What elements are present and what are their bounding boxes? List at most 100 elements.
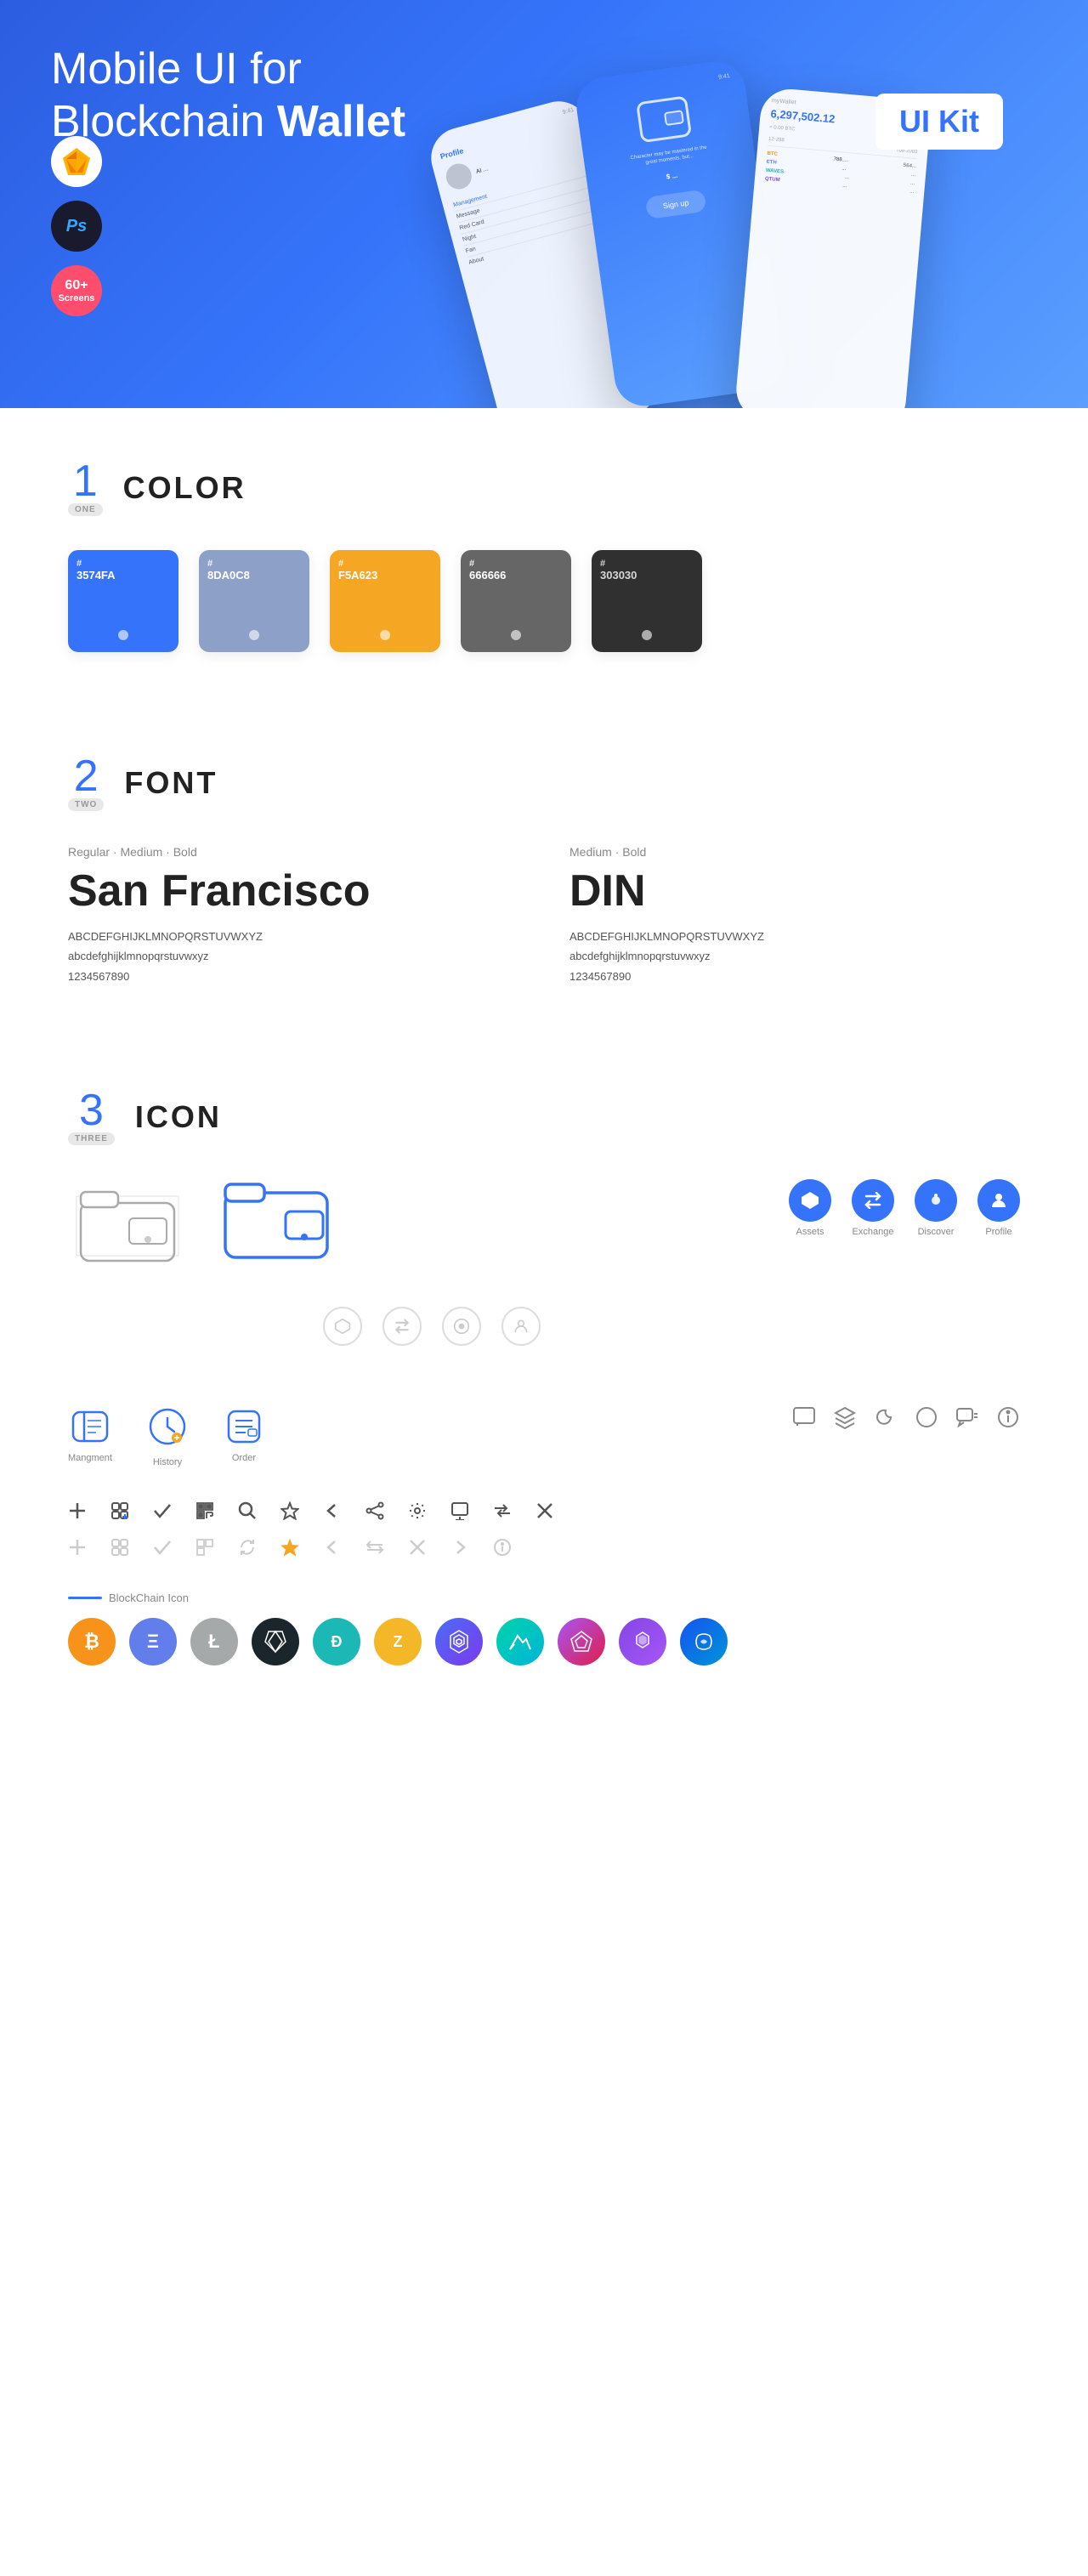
blockchain-line (68, 1597, 102, 1599)
font-grid: Regular · Medium · Bold San Francisco AB… (68, 845, 1020, 986)
misc-icons-row (792, 1405, 1020, 1433)
management-icon-box: Mangment (68, 1405, 112, 1463)
qr-icon (196, 1501, 214, 1524)
cross-icon-faint (408, 1538, 427, 1561)
speech-icon (955, 1405, 979, 1433)
util-icons-row2 (68, 1538, 1020, 1561)
qr-icon-faint (196, 1538, 214, 1561)
icon-row-outline (68, 1307, 1020, 1346)
refresh-icon-faint (238, 1538, 257, 1561)
grid-icon-faint (110, 1538, 129, 1561)
section-num-3: 3 THREE (68, 1088, 115, 1145)
uni-icon (680, 1618, 728, 1665)
star-icon (280, 1501, 299, 1524)
star-filled-icon (280, 1538, 299, 1561)
bitcoin-icon: ₿ (68, 1618, 116, 1665)
add-icon-faint (68, 1538, 87, 1561)
util-icons-row1 (68, 1501, 1020, 1524)
forward-icon-faint (450, 1538, 469, 1561)
color-title: COLOR (123, 470, 246, 506)
font-section: Regular · Medium · Bold San Francisco AB… (68, 845, 1020, 1037)
history-icon-box: History (146, 1405, 189, 1467)
sketch-badge (51, 136, 102, 187)
exchange-outline (382, 1307, 422, 1346)
check-icon-faint (153, 1538, 172, 1561)
assets-outline (323, 1307, 362, 1346)
order-icon (223, 1405, 265, 1448)
layers-icon (833, 1405, 857, 1433)
blockchain-label: BlockChain Icon (68, 1592, 1020, 1604)
order-icon-box: Order (223, 1405, 265, 1463)
profile-icon (978, 1179, 1020, 1222)
swatch-dot (511, 630, 521, 640)
icon-title: ICON (135, 1099, 222, 1135)
upload-icon (450, 1501, 469, 1524)
bytom-icon (252, 1618, 299, 1665)
wallet-solid (221, 1179, 332, 1268)
zcash-icon: Z (374, 1618, 422, 1665)
nav-icons-colored: Assets Exchange (789, 1179, 1020, 1237)
hero-title: Mobile UI for Blockchain Wallet (51, 43, 527, 149)
assets-icon-box: Assets (789, 1179, 831, 1237)
ps-badge: Ps (51, 201, 102, 252)
circle-icon (915, 1405, 938, 1433)
icon-section-header: 3 THREE ICON (68, 1037, 1020, 1179)
icon-row-wallet: Assets Exchange (68, 1179, 1020, 1273)
grid-edit-icon (110, 1501, 129, 1524)
info-icon-faint (493, 1538, 512, 1561)
swatch-blue: # 3574FA (68, 550, 178, 652)
swatch-dot (380, 630, 390, 640)
section-num-2: 2 TWO (68, 754, 104, 811)
chat-icon (792, 1405, 816, 1433)
profile-icon-box: Profile (978, 1179, 1020, 1237)
dash-icon: Ð (313, 1618, 360, 1665)
main-content: 1 ONE COLOR # 3574FA # 8DA0C8 # F5A623 #… (0, 408, 1088, 1767)
font-din: Medium · Bold DIN ABCDEFGHIJKLMNOPQRSTUV… (570, 845, 1020, 986)
litecoin-icon: Ł (190, 1618, 238, 1665)
discover-icon-box: Discover (915, 1179, 957, 1237)
swatch-dot (642, 630, 652, 640)
swatch-gray-blue: # 8DA0C8 (199, 550, 309, 652)
search-icon (238, 1501, 257, 1524)
exchange-icon (852, 1179, 894, 1222)
share-icon (366, 1501, 384, 1524)
crypto-icons-row: ₿ Ξ Ł Ð Z (68, 1618, 1020, 1716)
discover-icon (915, 1179, 957, 1222)
font-title: FONT (124, 765, 218, 801)
resize-icon-faint (366, 1538, 384, 1561)
color-swatches: # 3574FA # 8DA0C8 # F5A623 # 666666 # 30… (68, 550, 1020, 703)
info-icon (996, 1405, 1020, 1433)
swatch-dot (249, 630, 259, 640)
screens-badge: 60+ Screens (51, 265, 102, 316)
hero-section: Mobile UI for Blockchain Wallet UI Kit P… (0, 0, 1088, 408)
check-icon (153, 1501, 172, 1524)
assets-icon (789, 1179, 831, 1222)
moon-icon (874, 1405, 898, 1433)
stratis-icon (496, 1618, 544, 1665)
polygon-icon (619, 1618, 666, 1665)
history-icon (146, 1405, 189, 1448)
profile-outline (502, 1307, 541, 1346)
swatch-dark: # 303030 (592, 550, 702, 652)
back-icon (323, 1501, 342, 1524)
ui-kit-badge: UI Kit (876, 94, 1003, 150)
management-icon (69, 1405, 111, 1448)
icon-row-bottom-nav: Mangment History (68, 1405, 1020, 1467)
close-icon (536, 1501, 554, 1524)
exchange-icon-box: Exchange (852, 1179, 894, 1237)
back-icon-faint (323, 1538, 342, 1561)
hex-icon (435, 1618, 483, 1665)
color-section-header: 1 ONE COLOR (68, 408, 1020, 550)
font-sf: Regular · Medium · Bold San Francisco AB… (68, 845, 518, 986)
wallet-wireframe (68, 1179, 187, 1273)
swatch-gray: # 666666 (461, 550, 571, 652)
swatch-dot (118, 630, 128, 640)
section-num-1: 1 ONE (68, 459, 103, 516)
settings-icon (408, 1501, 427, 1524)
tool-badges: Ps 60+ Screens (51, 136, 102, 316)
add-icon (68, 1501, 87, 1524)
swatch-orange: # F5A623 (330, 550, 440, 652)
swap-icon (493, 1501, 512, 1524)
font-section-header: 2 TWO FONT (68, 703, 1020, 845)
ethereum-icon: Ξ (129, 1618, 177, 1665)
